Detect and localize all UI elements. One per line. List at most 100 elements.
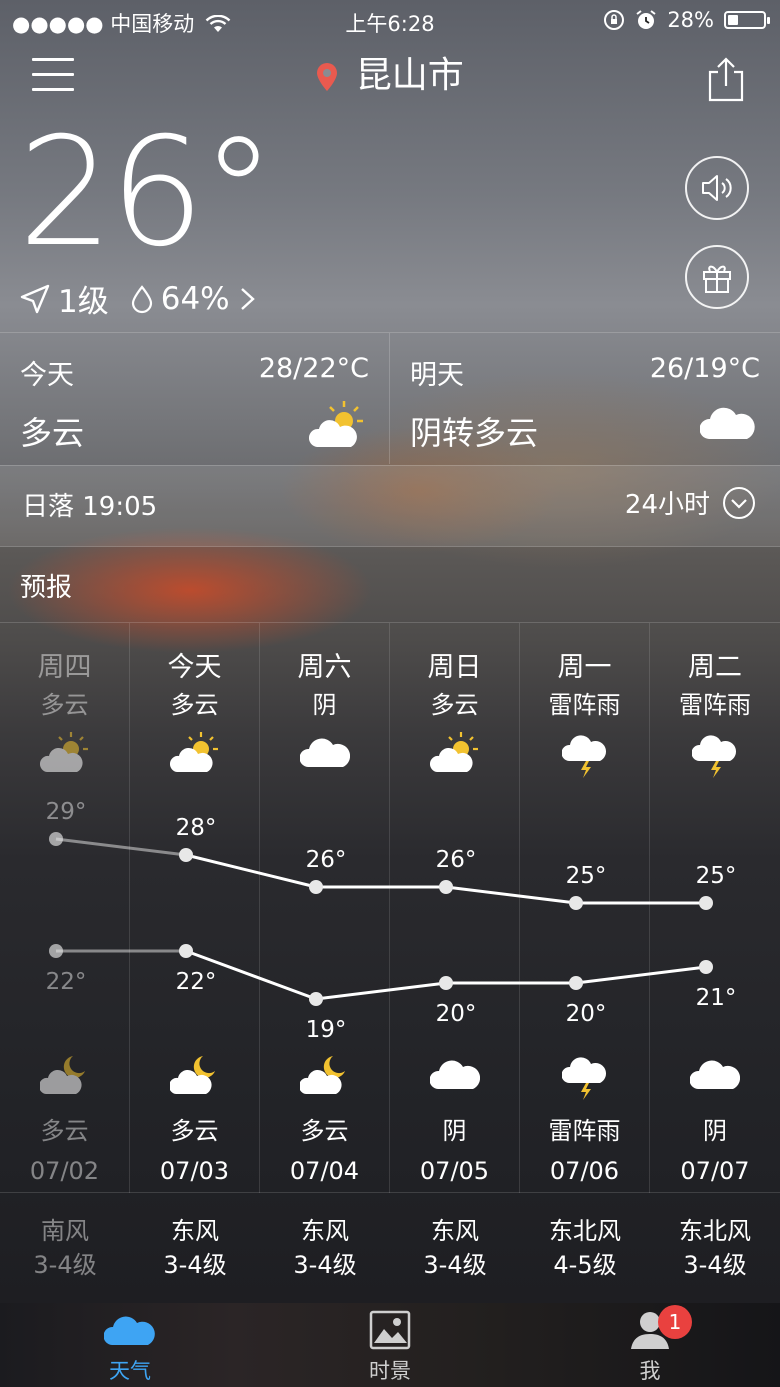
- chevron-down-circle-icon: [723, 486, 755, 519]
- forecast-day-condition: 雷阵雨: [548, 691, 621, 719]
- status-bar: ●●●●● 中国移动 上午6:28 28%: [0, 0, 780, 40]
- tab-scenery[interactable]: 时景: [310, 1303, 470, 1387]
- city-selector[interactable]: 昆山市: [0, 46, 780, 98]
- today-range: 28/22°C: [258, 353, 369, 384]
- sunset-time: 日落 19:05: [22, 492, 158, 522]
- hourly-label: 24小时: [624, 490, 710, 520]
- battery-percent: 28%: [667, 8, 714, 32]
- thunder-cloud-icon: [520, 731, 649, 781]
- partly-cloudy-icon: [130, 731, 259, 781]
- forecast-date: 07/04: [289, 1157, 360, 1185]
- wind-direction: 东风: [431, 1217, 479, 1245]
- cloud-icon: [699, 399, 756, 447]
- gift-icon: [703, 265, 731, 293]
- wind-direction: 东北风: [549, 1217, 621, 1245]
- wind-forecast-row: 南风 3-4级 东风 3-4级 东风 3-4级 东风 3-4级 东北风 4-5级…: [0, 1192, 780, 1302]
- forecast-weekday: 周六: [297, 652, 352, 683]
- forecast-weekday: 周日: [427, 652, 482, 683]
- gift-button[interactable]: [685, 245, 749, 309]
- chevron-right-icon: [240, 287, 255, 310]
- thunder-cloud-icon: [650, 731, 780, 781]
- forecast-night-condition: 多云: [300, 1117, 349, 1145]
- wind-level: 3-4级: [683, 1251, 747, 1279]
- wind-direction: 东北风: [679, 1217, 751, 1245]
- forecast-night-condition: 雷阵雨: [548, 1117, 621, 1145]
- wind-level: 3-4级: [33, 1251, 97, 1279]
- today-condition: 多云: [20, 414, 85, 452]
- wind-direction: 东风: [301, 1217, 349, 1245]
- forecast-date: 07/07: [680, 1157, 750, 1185]
- forecast-grid: 周四 多云 多云 07/02 今天 多云 多云 07/03 周六 阴 多云 07…: [0, 622, 780, 1193]
- moon-cloud-icon: [260, 1053, 389, 1103]
- forecast-date: 07/05: [419, 1157, 490, 1185]
- tab-label: 我: [639, 1359, 661, 1383]
- hourly-toggle[interactable]: 24小时: [625, 484, 756, 521]
- forecast-weekday: 今天: [167, 652, 222, 683]
- wind-level: 3-4级: [163, 1251, 227, 1279]
- forecast-day-3[interactable]: 周日 多云 阴 07/05: [390, 623, 520, 1193]
- picture-icon: [310, 1309, 470, 1351]
- forecast-day-5[interactable]: 周二 雷阵雨 阴 07/07: [650, 623, 780, 1193]
- partly-cloudy-icon: [390, 731, 519, 781]
- cloud-icon: [390, 1053, 519, 1103]
- user-icon: [570, 1309, 730, 1351]
- partly-cloudy-icon: [308, 399, 365, 455]
- forecast-weekday: 周四: [37, 652, 92, 683]
- forecast-day-4[interactable]: 周一 雷阵雨 雷阵雨 07/06: [520, 623, 650, 1193]
- wind-direction-icon: [20, 284, 50, 313]
- moon-cloud-icon: [130, 1053, 259, 1103]
- tomorrow-summary[interactable]: 明天 26/19°C 阴转多云: [390, 332, 780, 464]
- thunder-cloud-icon: [520, 1053, 649, 1103]
- forecast-night-condition: 阴: [442, 1117, 467, 1145]
- wind-direction: 东风: [171, 1217, 219, 1245]
- tab-weather[interactable]: 天气: [50, 1303, 210, 1387]
- tab-label: 天气: [109, 1359, 151, 1383]
- tomorrow-range: 26/19°C: [649, 353, 760, 384]
- forecast-title: 预报: [20, 573, 73, 603]
- partly-cloudy-icon: [0, 731, 129, 781]
- forecast-day-condition: 雷阵雨: [679, 691, 751, 719]
- forecast-day-0[interactable]: 周四 多云 多云 07/02: [0, 623, 130, 1193]
- tab-bar: 天气 时景 1 我: [0, 1303, 780, 1387]
- forecast-day-1[interactable]: 今天 多云 多云 07/03: [130, 623, 260, 1193]
- tab-me[interactable]: 1 我: [570, 1303, 730, 1387]
- battery-fill: [728, 15, 738, 25]
- current-temperature: 26°: [18, 106, 276, 280]
- notification-badge: 1: [658, 1305, 692, 1339]
- battery-icon: [724, 11, 770, 29]
- cloud-icon: [650, 1053, 780, 1103]
- forecast-date: 07/03: [159, 1157, 230, 1185]
- cloud-icon: [260, 731, 389, 781]
- wind-level: 3-4级: [293, 1251, 357, 1279]
- moon-cloud-icon: [0, 1053, 129, 1103]
- wind-humidity-row[interactable]: 1级 64%: [18, 276, 258, 321]
- forecast-night-condition: 多云: [40, 1117, 89, 1145]
- sunset-row[interactable]: 日落 19:05 24小时: [0, 465, 780, 547]
- today-label: 今天: [20, 360, 74, 391]
- wind-direction: 南风: [41, 1217, 89, 1245]
- speaker-icon: [702, 175, 732, 201]
- forecast-date: 07/02: [29, 1157, 100, 1185]
- voice-broadcast-button[interactable]: [685, 156, 749, 220]
- share-button[interactable]: [704, 56, 748, 102]
- humidity-drop-icon: [131, 284, 152, 313]
- forecast-day-condition: 阴: [312, 691, 337, 719]
- today-summary[interactable]: 今天 28/22°C 多云: [0, 332, 390, 464]
- forecast-night-condition: 多云: [170, 1117, 219, 1145]
- forecast-weekday: 周二: [688, 652, 742, 683]
- forecast-day-2[interactable]: 周六 阴 多云 07/04: [260, 623, 390, 1193]
- wind-level: 4-5级: [553, 1251, 617, 1279]
- wind-level: 3-4级: [423, 1251, 487, 1279]
- forecast-weekday: 周一: [557, 652, 612, 683]
- alarm-icon: [636, 10, 656, 29]
- city-name: 昆山市: [355, 55, 464, 96]
- wind-level: 1级: [58, 284, 109, 320]
- cloud-icon: [50, 1309, 210, 1349]
- share-icon: [708, 57, 744, 102]
- tomorrow-condition: 阴转多云: [410, 414, 539, 452]
- tomorrow-label: 明天: [410, 360, 464, 391]
- orientation-lock-icon: [604, 10, 625, 30]
- forecast-day-condition: 多云: [170, 691, 219, 719]
- location-pin-icon: [317, 63, 338, 91]
- forecast-date: 07/06: [549, 1157, 620, 1185]
